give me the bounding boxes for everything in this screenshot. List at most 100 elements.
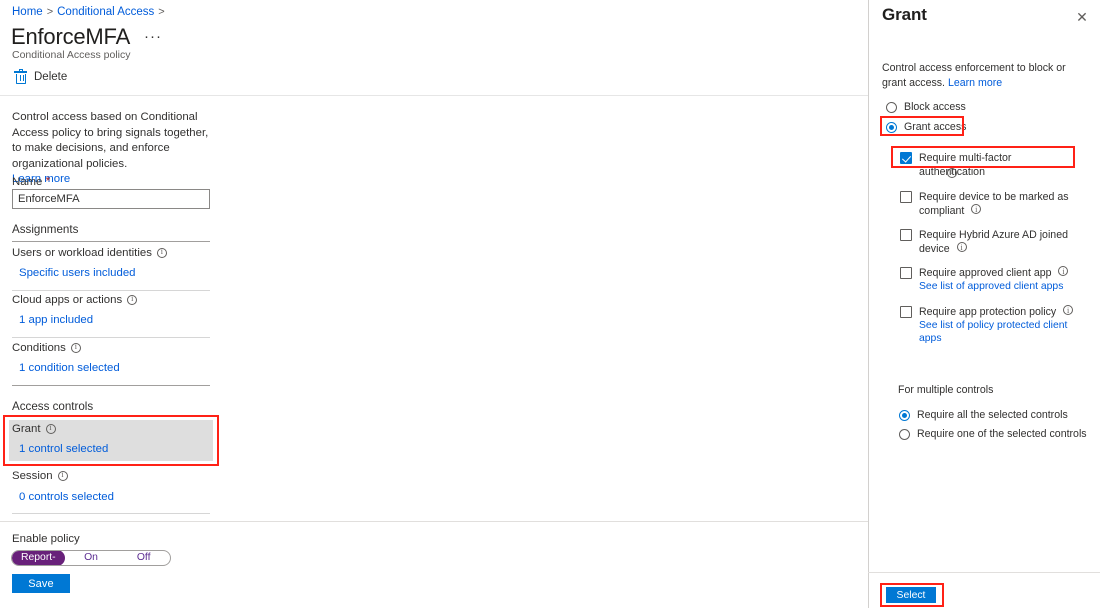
users-value[interactable]: Specific users included [19,267,136,279]
toggle-option-off[interactable]: Off [117,551,170,565]
breadcrumb: Home > Conditional Access > [12,6,169,18]
breadcrumb-separator-1: > [46,6,54,18]
commandbar-divider [0,95,868,96]
info-icon[interactable] [57,470,68,481]
page-subtitle: Conditional Access policy [12,49,131,61]
cloud-apps-value[interactable]: 1 app included [19,314,93,326]
cloud-apps-label: Cloud apps or actions [12,294,138,306]
session-divider [12,513,210,514]
conditions-value-link[interactable]: 1 condition selected [19,362,120,374]
intro-paragraph: Control access based on Conditional Acce… [12,111,209,170]
info-icon[interactable] [956,241,967,255]
session-value-link[interactable]: 0 controls selected [19,491,114,503]
policy-main-pane: Home > Conditional Access > EnforceMFA ··· … [0,0,868,608]
radio-icon-selected [886,122,897,133]
page-title-row: EnforceMFA ··· [11,24,162,50]
name-field-label: Name * [12,174,50,188]
conditions-value[interactable]: 1 condition selected [19,362,120,374]
assignments-heading: Assignments [12,223,79,236]
delete-button-label: Delete [34,71,68,83]
checkbox-require-mfa-text: Require multi-factor authentication [919,152,1012,178]
checkbox-require-compliant-device[interactable]: Require device to be marked as compliant [900,190,1080,218]
radio-icon-selected [899,410,910,421]
save-button[interactable]: Save [12,574,70,593]
grant-value[interactable]: 1 control selected [19,443,108,455]
more-options-icon[interactable]: ··· [144,29,162,44]
info-icon[interactable] [70,342,81,353]
radio-icon-unselected [899,429,910,440]
radio-block-access[interactable]: Block access [886,101,966,114]
radio-grant-access-label: Grant access [904,121,967,133]
radio-require-all-controls[interactable]: Require all the selected controls [899,409,1068,422]
footer-divider [0,521,868,522]
breadcrumb-item-home[interactable]: Home [12,6,43,18]
info-icon[interactable] [156,247,167,258]
panel-title: Grant [882,5,927,24]
info-icon[interactable] [1063,304,1074,318]
trash-icon [14,69,27,84]
checkbox-icon-unchecked [900,191,912,203]
azure-portal-screen: Home > Conditional Access > EnforceMFA ··· … [0,0,1100,608]
users-divider [12,290,210,291]
info-icon[interactable] [45,423,56,434]
breadcrumb-separator-2: > [158,6,165,18]
checkbox-require-hybrid-aad-join[interactable]: Require Hybrid Azure AD joined device [900,228,1080,256]
conditions-label: Conditions [12,342,81,354]
page-title: EnforceMFA [11,24,131,49]
checkbox-icon-unchecked [900,267,912,279]
checkbox-require-app-protection-policy[interactable]: Require app protection policy See list o… [900,304,1080,345]
enable-policy-toggle[interactable]: Report-only On Off [11,550,171,566]
select-button[interactable]: Select [886,587,936,603]
conditions-divider [12,385,210,386]
approved-client-apps-link[interactable]: See list of approved client apps [919,280,1068,293]
cloud-apps-value-link[interactable]: 1 app included [19,314,93,326]
session-value[interactable]: 0 controls selected [19,491,114,503]
radio-require-one-control[interactable]: Require one of the selected controls [899,428,1087,441]
name-label-text: Name [12,176,43,188]
delete-button[interactable]: Delete [14,69,68,84]
assignments-divider [12,241,210,242]
radio-require-one-control-label: Require one of the selected controls [917,428,1087,440]
panel-description: Control access enforcement to block or g… [882,61,1078,90]
checkbox-require-compliant-device-text: Require device to be marked as compliant [919,191,1069,217]
grant-value-link[interactable]: 1 control selected [19,443,108,455]
grant-label: Grant [12,423,56,435]
radio-icon-unselected [886,102,897,113]
checkbox-require-approved-client-app-label: Require approved client app See list of … [919,265,1069,293]
checkbox-icon-unchecked [900,229,912,241]
checkbox-icon-checked [900,152,912,164]
toggle-option-on[interactable]: On [65,551,118,565]
checkbox-require-hybrid-aad-join-text: Require Hybrid Azure AD joined device [919,229,1068,255]
users-value-link[interactable]: Specific users included [19,267,136,279]
panel-learn-more-link[interactable]: Learn more [948,77,1002,89]
conditions-label-text: Conditions [12,342,66,354]
access-controls-heading: Access controls [12,400,94,413]
radio-grant-access[interactable]: Grant access [886,121,966,134]
close-icon[interactable]: ✕ [1074,9,1090,25]
grant-label-text: Grant [12,423,41,435]
session-label: Session [12,470,68,482]
info-icon[interactable] [971,203,982,217]
info-icon[interactable] [127,294,138,305]
info-icon[interactable] [1058,265,1069,279]
radio-require-all-controls-label: Require all the selected controls [917,409,1068,421]
name-input[interactable] [12,189,210,209]
users-label-text: Users or workload identities [12,247,152,259]
info-icon[interactable] [947,167,957,178]
checkbox-require-app-protection-policy-label: Require app protection policy See list o… [919,304,1080,345]
multiple-controls-heading: For multiple controls [898,384,994,396]
cloud-apps-divider [12,337,210,338]
users-label: Users or workload identities [12,247,167,259]
radio-block-access-label: Block access [904,101,966,113]
toggle-option-report-only[interactable]: Report-only [12,551,65,565]
checkbox-require-approved-client-app-text: Require approved client app [919,267,1052,279]
checkbox-require-mfa-label: Require multi-factor authentication [919,151,1080,179]
cloud-apps-label-text: Cloud apps or actions [12,294,123,306]
checkbox-require-mfa[interactable]: Require multi-factor authentication [900,151,1080,179]
checkbox-icon-unchecked [900,306,912,318]
name-required-mark: * [45,174,51,188]
checkbox-require-approved-client-app[interactable]: Require approved client app See list of … [900,265,1080,293]
breadcrumb-item-conditional-access[interactable]: Conditional Access [57,6,154,18]
policy-protected-client-apps-link[interactable]: See list of policy protected client apps [919,319,1080,345]
checkbox-require-app-protection-policy-text: Require app protection policy [919,306,1057,318]
